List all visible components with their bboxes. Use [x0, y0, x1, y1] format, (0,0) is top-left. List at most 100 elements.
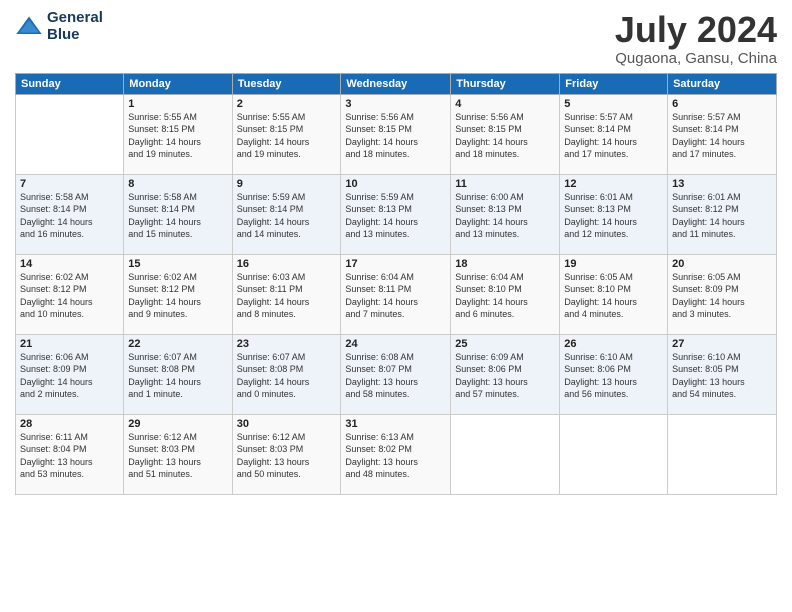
- day-info: Sunrise: 5:57 AM Sunset: 8:14 PM Dayligh…: [564, 111, 663, 161]
- day-number: 29: [128, 418, 227, 430]
- calendar-cell: 29Sunrise: 6:12 AM Sunset: 8:03 PM Dayli…: [124, 414, 232, 494]
- calendar-cell: 28Sunrise: 6:11 AM Sunset: 8:04 PM Dayli…: [16, 414, 124, 494]
- day-number: 27: [672, 338, 772, 350]
- day-info: Sunrise: 6:07 AM Sunset: 8:08 PM Dayligh…: [237, 351, 337, 401]
- day-info: Sunrise: 6:01 AM Sunset: 8:12 PM Dayligh…: [672, 191, 772, 241]
- calendar-cell: 25Sunrise: 6:09 AM Sunset: 8:06 PM Dayli…: [451, 334, 560, 414]
- calendar-cell: 13Sunrise: 6:01 AM Sunset: 8:12 PM Dayli…: [668, 174, 777, 254]
- calendar-table: SundayMondayTuesdayWednesdayThursdayFrid…: [15, 73, 777, 495]
- weekday-header: Tuesday: [232, 73, 341, 94]
- page: General Blue July 2024 Qugaona, Gansu, C…: [0, 0, 792, 612]
- weekday-header: Thursday: [451, 73, 560, 94]
- day-number: 6: [672, 98, 772, 110]
- calendar-cell: 14Sunrise: 6:02 AM Sunset: 8:12 PM Dayli…: [16, 254, 124, 334]
- calendar-cell: 24Sunrise: 6:08 AM Sunset: 8:07 PM Dayli…: [341, 334, 451, 414]
- calendar-cell: 2Sunrise: 5:55 AM Sunset: 8:15 PM Daylig…: [232, 94, 341, 174]
- calendar-week-row: 1Sunrise: 5:55 AM Sunset: 8:15 PM Daylig…: [16, 94, 777, 174]
- day-info: Sunrise: 6:05 AM Sunset: 8:09 PM Dayligh…: [672, 271, 772, 321]
- day-info: Sunrise: 6:05 AM Sunset: 8:10 PM Dayligh…: [564, 271, 663, 321]
- day-info: Sunrise: 5:57 AM Sunset: 8:14 PM Dayligh…: [672, 111, 772, 161]
- day-number: 23: [237, 338, 337, 350]
- calendar-week-row: 21Sunrise: 6:06 AM Sunset: 8:09 PM Dayli…: [16, 334, 777, 414]
- weekday-header: Wednesday: [341, 73, 451, 94]
- calendar-cell: 8Sunrise: 5:58 AM Sunset: 8:14 PM Daylig…: [124, 174, 232, 254]
- calendar-cell: [560, 414, 668, 494]
- weekday-header-row: SundayMondayTuesdayWednesdayThursdayFrid…: [16, 73, 777, 94]
- calendar-cell: 26Sunrise: 6:10 AM Sunset: 8:06 PM Dayli…: [560, 334, 668, 414]
- day-number: 24: [345, 338, 446, 350]
- weekday-header: Sunday: [16, 73, 124, 94]
- day-info: Sunrise: 6:04 AM Sunset: 8:10 PM Dayligh…: [455, 271, 555, 321]
- main-title: July 2024: [615, 10, 777, 50]
- day-number: 19: [564, 258, 663, 270]
- day-info: Sunrise: 6:01 AM Sunset: 8:13 PM Dayligh…: [564, 191, 663, 241]
- calendar-cell: 1Sunrise: 5:55 AM Sunset: 8:15 PM Daylig…: [124, 94, 232, 174]
- calendar-cell: [451, 414, 560, 494]
- day-info: Sunrise: 5:56 AM Sunset: 8:15 PM Dayligh…: [455, 111, 555, 161]
- calendar-cell: 19Sunrise: 6:05 AM Sunset: 8:10 PM Dayli…: [560, 254, 668, 334]
- calendar-cell: 4Sunrise: 5:56 AM Sunset: 8:15 PM Daylig…: [451, 94, 560, 174]
- day-info: Sunrise: 6:09 AM Sunset: 8:06 PM Dayligh…: [455, 351, 555, 401]
- day-number: 11: [455, 178, 555, 190]
- day-number: 12: [564, 178, 663, 190]
- calendar-cell: 3Sunrise: 5:56 AM Sunset: 8:15 PM Daylig…: [341, 94, 451, 174]
- calendar-cell: 20Sunrise: 6:05 AM Sunset: 8:09 PM Dayli…: [668, 254, 777, 334]
- calendar-cell: 7Sunrise: 5:58 AM Sunset: 8:14 PM Daylig…: [16, 174, 124, 254]
- day-info: Sunrise: 5:55 AM Sunset: 8:15 PM Dayligh…: [237, 111, 337, 161]
- day-number: 17: [345, 258, 446, 270]
- weekday-header: Friday: [560, 73, 668, 94]
- day-info: Sunrise: 6:03 AM Sunset: 8:11 PM Dayligh…: [237, 271, 337, 321]
- calendar-cell: 6Sunrise: 5:57 AM Sunset: 8:14 PM Daylig…: [668, 94, 777, 174]
- calendar-cell: 17Sunrise: 6:04 AM Sunset: 8:11 PM Dayli…: [341, 254, 451, 334]
- subtitle: Qugaona, Gansu, China: [615, 50, 777, 67]
- day-number: 5: [564, 98, 663, 110]
- day-info: Sunrise: 6:11 AM Sunset: 8:04 PM Dayligh…: [20, 431, 119, 481]
- calendar-cell: 5Sunrise: 5:57 AM Sunset: 8:14 PM Daylig…: [560, 94, 668, 174]
- calendar-cell: 16Sunrise: 6:03 AM Sunset: 8:11 PM Dayli…: [232, 254, 341, 334]
- day-number: 15: [128, 258, 227, 270]
- day-info: Sunrise: 5:58 AM Sunset: 8:14 PM Dayligh…: [20, 191, 119, 241]
- day-number: 25: [455, 338, 555, 350]
- day-number: 4: [455, 98, 555, 110]
- calendar-cell: [16, 94, 124, 174]
- day-info: Sunrise: 6:02 AM Sunset: 8:12 PM Dayligh…: [128, 271, 227, 321]
- calendar-cell: 10Sunrise: 5:59 AM Sunset: 8:13 PM Dayli…: [341, 174, 451, 254]
- day-info: Sunrise: 6:12 AM Sunset: 8:03 PM Dayligh…: [237, 431, 337, 481]
- day-info: Sunrise: 6:10 AM Sunset: 8:05 PM Dayligh…: [672, 351, 772, 401]
- day-info: Sunrise: 6:02 AM Sunset: 8:12 PM Dayligh…: [20, 271, 119, 321]
- calendar-cell: 30Sunrise: 6:12 AM Sunset: 8:03 PM Dayli…: [232, 414, 341, 494]
- day-info: Sunrise: 6:12 AM Sunset: 8:03 PM Dayligh…: [128, 431, 227, 481]
- logo: General Blue: [15, 10, 103, 43]
- day-info: Sunrise: 6:00 AM Sunset: 8:13 PM Dayligh…: [455, 191, 555, 241]
- day-number: 3: [345, 98, 446, 110]
- calendar-cell: 23Sunrise: 6:07 AM Sunset: 8:08 PM Dayli…: [232, 334, 341, 414]
- day-info: Sunrise: 6:10 AM Sunset: 8:06 PM Dayligh…: [564, 351, 663, 401]
- weekday-header: Saturday: [668, 73, 777, 94]
- day-info: Sunrise: 6:04 AM Sunset: 8:11 PM Dayligh…: [345, 271, 446, 321]
- day-number: 14: [20, 258, 119, 270]
- day-number: 13: [672, 178, 772, 190]
- day-number: 28: [20, 418, 119, 430]
- calendar-week-row: 7Sunrise: 5:58 AM Sunset: 8:14 PM Daylig…: [16, 174, 777, 254]
- calendar-cell: 22Sunrise: 6:07 AM Sunset: 8:08 PM Dayli…: [124, 334, 232, 414]
- calendar-cell: 12Sunrise: 6:01 AM Sunset: 8:13 PM Dayli…: [560, 174, 668, 254]
- day-number: 30: [237, 418, 337, 430]
- day-number: 18: [455, 258, 555, 270]
- day-info: Sunrise: 5:59 AM Sunset: 8:14 PM Dayligh…: [237, 191, 337, 241]
- day-number: 31: [345, 418, 446, 430]
- day-info: Sunrise: 5:55 AM Sunset: 8:15 PM Dayligh…: [128, 111, 227, 161]
- calendar-week-row: 14Sunrise: 6:02 AM Sunset: 8:12 PM Dayli…: [16, 254, 777, 334]
- calendar-cell: 21Sunrise: 6:06 AM Sunset: 8:09 PM Dayli…: [16, 334, 124, 414]
- calendar-cell: 11Sunrise: 6:00 AM Sunset: 8:13 PM Dayli…: [451, 174, 560, 254]
- calendar-cell: [668, 414, 777, 494]
- day-info: Sunrise: 5:56 AM Sunset: 8:15 PM Dayligh…: [345, 111, 446, 161]
- calendar-cell: 15Sunrise: 6:02 AM Sunset: 8:12 PM Dayli…: [124, 254, 232, 334]
- calendar-cell: 27Sunrise: 6:10 AM Sunset: 8:05 PM Dayli…: [668, 334, 777, 414]
- logo-icon: [15, 13, 43, 41]
- day-info: Sunrise: 5:58 AM Sunset: 8:14 PM Dayligh…: [128, 191, 227, 241]
- calendar-cell: 9Sunrise: 5:59 AM Sunset: 8:14 PM Daylig…: [232, 174, 341, 254]
- day-number: 21: [20, 338, 119, 350]
- day-info: Sunrise: 6:06 AM Sunset: 8:09 PM Dayligh…: [20, 351, 119, 401]
- day-number: 7: [20, 178, 119, 190]
- day-number: 9: [237, 178, 337, 190]
